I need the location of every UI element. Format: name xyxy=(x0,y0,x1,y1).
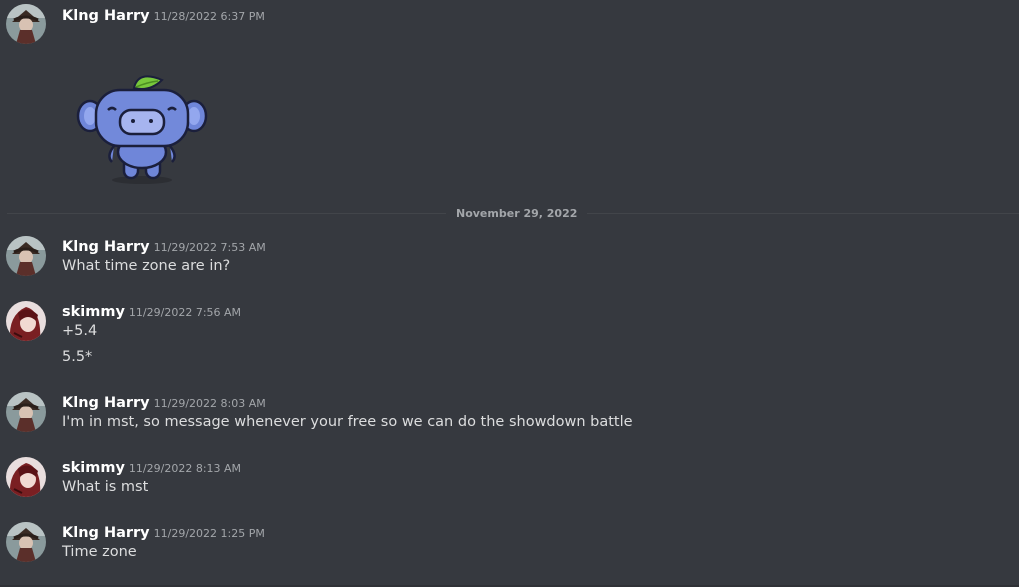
username[interactable]: skimmy xyxy=(62,304,125,320)
username[interactable]: Klng Harry xyxy=(62,525,150,541)
timestamp: 11/29/2022 8:13 AM xyxy=(128,462,242,475)
message-text: Time zone xyxy=(62,544,137,560)
message-header: Klng Harry 11/29/2022 7:53 AM xyxy=(62,236,266,255)
wumpus-sticker[interactable] xyxy=(70,70,210,188)
message-header: Klng Harry 11/29/2022 8:03 AM xyxy=(62,392,266,411)
timestamp: 11/29/2022 7:53 AM xyxy=(153,241,266,254)
message-text: What time zone are in? xyxy=(62,258,231,274)
username[interactable]: Klng Harry xyxy=(62,8,150,24)
message-text: I'm in mst, so message whenever your fre… xyxy=(62,414,633,430)
chat-messages: Klng Harry 11/28/2022 6:37 PM November 2… xyxy=(0,0,1019,587)
timestamp: 11/29/2022 7:56 AM xyxy=(128,306,242,319)
avatar-king[interactable] xyxy=(6,392,46,432)
timestamp: 11/29/2022 1:25 PM xyxy=(153,527,265,540)
message-text: What is mst xyxy=(62,479,149,495)
message-header: Klng Harry 11/29/2022 1:25 PM xyxy=(62,522,265,541)
message-header: skimmy 11/29/2022 7:56 AM xyxy=(62,301,241,320)
message-header: skimmy 11/29/2022 8:13 AM xyxy=(62,457,241,476)
message-text: +5.4 xyxy=(62,323,98,339)
avatar-king[interactable] xyxy=(6,236,46,276)
date-divider: November 29, 2022 xyxy=(446,207,588,220)
avatar-skimmy[interactable] xyxy=(6,457,46,497)
username[interactable]: Klng Harry xyxy=(62,239,150,255)
timestamp: 11/28/2022 6:37 PM xyxy=(153,10,265,23)
username[interactable]: skimmy xyxy=(62,460,125,476)
timestamp: 11/29/2022 8:03 AM xyxy=(153,397,266,410)
username[interactable]: Klng Harry xyxy=(62,395,150,411)
avatar-king[interactable] xyxy=(6,522,46,562)
avatar-skimmy[interactable] xyxy=(6,301,46,341)
avatar-king[interactable] xyxy=(6,4,46,44)
message-header: Klng Harry 11/28/2022 6:37 PM xyxy=(62,5,265,24)
message-text: 5.5* xyxy=(62,349,93,365)
